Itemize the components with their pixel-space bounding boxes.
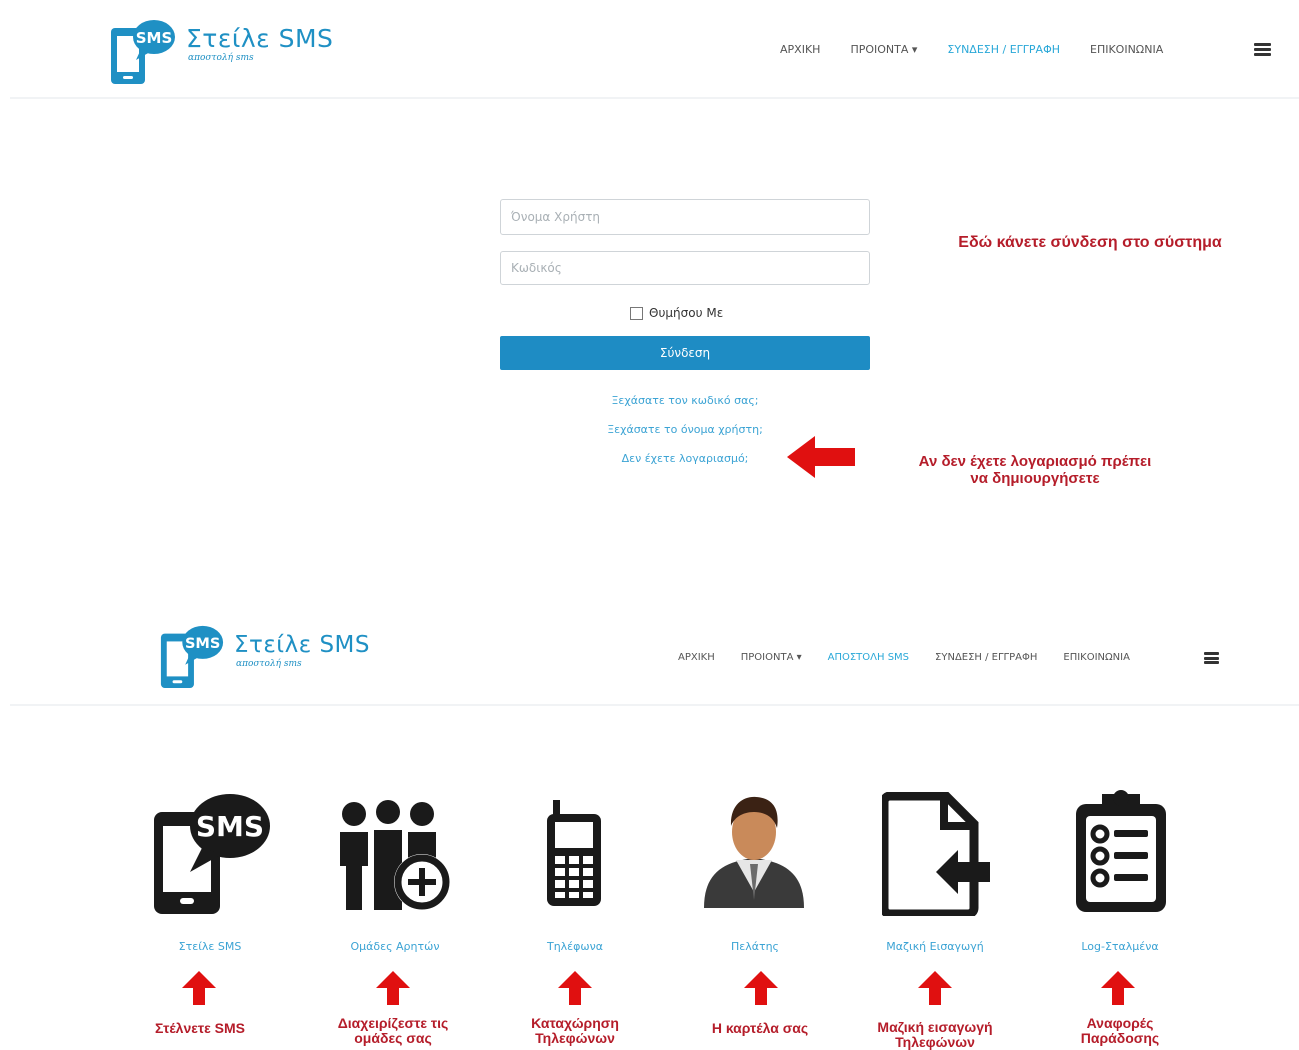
up-arrow-icon (918, 971, 952, 1005)
login-button[interactable]: Σύνδεση (500, 336, 870, 370)
feature-desc-logs: Αναφορές Παράδοσης (1040, 1015, 1200, 1047)
nav-login-register[interactable]: ΣΥΝΔΕΣΗ / ΕΓΓΡΑΦΗ (935, 652, 1037, 663)
logo-subtitle: αποστολή sms (236, 658, 302, 669)
sms-phone-icon[interactable]: SMS (150, 790, 274, 916)
remember-me-checkbox[interactable] (630, 306, 643, 320)
feature-label-logs[interactable]: Log-Σταλμένα (1060, 940, 1180, 953)
feature-desc-bulk-import: Μαζική εισαγωγή Τηλεφώνων (850, 1019, 1020, 1050)
feature-desc-line-1: Αναφορές (1086, 1015, 1154, 1031)
up-arrow-icon (558, 971, 592, 1005)
username-input[interactable] (500, 199, 870, 235)
register-annotation-line-2: να δημιουργήσετε (970, 470, 1100, 488)
sms-phone-logo-icon: SMS (158, 622, 226, 694)
feature-label-send-sms[interactable]: Στείλε SMS (150, 940, 270, 953)
customer-avatar-icon[interactable] (700, 792, 808, 908)
feature-desc-phones: Καταχώρηση Τηλεφώνων (495, 1015, 655, 1047)
site-logo-2[interactable]: SMS Στείλε SMS αποστολή sms (158, 622, 370, 694)
nav-contact[interactable]: ΕΠΙΚΟΙΝΩΝΙΑ (1090, 43, 1163, 56)
register-annotation: Αν δεν έχετε λογαριασμό πρέπει να δημιου… (880, 453, 1190, 488)
feature-desc-groups: Διαχειρίζεστε τις ομάδες σας (313, 1015, 473, 1047)
feature-desc-line-2: Παράδοσης (1080, 1030, 1160, 1047)
feature-desc-line-1: Στέλνετε SMS (154, 1020, 246, 1036)
clipboard-checklist-icon[interactable] (1072, 790, 1170, 914)
logo-sms-badge: SMS (185, 635, 220, 652)
feature-label-phones[interactable]: Τηλέφωνα (515, 940, 635, 953)
feature-label-bulk-import[interactable]: Μαζική Εισαγωγή (870, 940, 1000, 953)
logo-title: Στείλε SMS (234, 631, 370, 658)
header-divider (10, 97, 1299, 99)
nav-send-sms[interactable]: ΑΠΟΣΤΟΛΗ SMS (828, 652, 909, 663)
password-input[interactable] (500, 251, 870, 285)
header-divider-2 (10, 704, 1299, 706)
up-arrow-icon (182, 971, 216, 1005)
feature-desc-line-2: Τηλεφώνων (535, 1030, 615, 1047)
main-nav-2: ΑΡΧΙΚΗ ΠΡΟΙΟΝΤΑ ▾ ΑΠΟΣΤΟΛΗ SMS ΣΥΝΔΕΣΗ /… (678, 652, 1130, 663)
remember-me[interactable]: Θυμήσου Με (630, 306, 723, 320)
feature-label-customer[interactable]: Πελάτης (695, 940, 815, 953)
feature-desc-line-2: Τηλεφώνων (895, 1034, 975, 1050)
sms-phone-logo-icon: SMS (108, 16, 178, 90)
sms-badge: SMS (196, 810, 264, 843)
up-arrow-icon (376, 971, 410, 1005)
nav-products[interactable]: ΠΡΟΙΟΝΤΑ ▾ (741, 652, 802, 663)
remember-me-label: Θυμήσου Με (649, 306, 724, 320)
site-logo[interactable]: SMS Στείλε SMS αποστολή sms (108, 16, 333, 90)
feature-desc-line-2: ομάδες σας (354, 1030, 432, 1047)
feature-desc-send-sms: Στέλνετε SMS (120, 1020, 280, 1036)
logo-subtitle: αποστολή sms (188, 52, 254, 63)
feature-desc-line-1: Διαχειρίζεστε τις (337, 1015, 449, 1031)
login-annotation: Εδώ κάνετε σύνδεση στο σύστημα (958, 234, 1222, 251)
up-arrow-icon (1101, 971, 1135, 1005)
file-import-icon[interactable] (882, 792, 994, 916)
nav-contact[interactable]: ΕΠΙΚΟΙΝΩΝΙΑ (1063, 652, 1130, 663)
nav-products[interactable]: ΠΡΟΙΟΝΤΑ ▾ (850, 43, 917, 56)
hamburger-icon[interactable] (1254, 43, 1271, 56)
register-annotation-line-1: Αν δεν έχετε λογαριασμό πρέπει (918, 453, 1152, 470)
main-nav: ΑΡΧΙΚΗ ΠΡΟΙΟΝΤΑ ▾ ΣΥΝΔΕΣΗ / ΕΓΓΡΑΦΗ ΕΠΙΚ… (780, 43, 1163, 56)
up-arrow-icon (744, 971, 778, 1005)
nav-home[interactable]: ΑΡΧΙΚΗ (678, 652, 715, 663)
logo-sms-badge: SMS (136, 29, 173, 47)
nav-login-register[interactable]: ΣΥΝΔΕΣΗ / ΕΓΓΡΑΦΗ (947, 43, 1060, 56)
feature-label-groups[interactable]: Ομάδες Αρητών (330, 940, 460, 953)
feature-desc-customer: Η καρτέλα σας (680, 1020, 840, 1036)
forgot-password-link[interactable]: Ξεχάσατε τον κωδικό σας; (500, 394, 870, 407)
nav-home[interactable]: ΑΡΧΙΚΗ (780, 43, 820, 56)
left-arrow-icon (787, 436, 855, 478)
logo-title: Στείλε SMS (186, 23, 334, 53)
hamburger-icon[interactable] (1204, 652, 1219, 664)
feature-desc-line-1: Η καρτέλα σας (711, 1020, 809, 1036)
feature-desc-line-1: Μαζική εισαγωγή (877, 1019, 993, 1035)
groups-add-icon[interactable] (338, 800, 456, 914)
mobile-phone-icon[interactable] (543, 800, 605, 908)
feature-desc-line-1: Καταχώρηση (531, 1015, 619, 1031)
